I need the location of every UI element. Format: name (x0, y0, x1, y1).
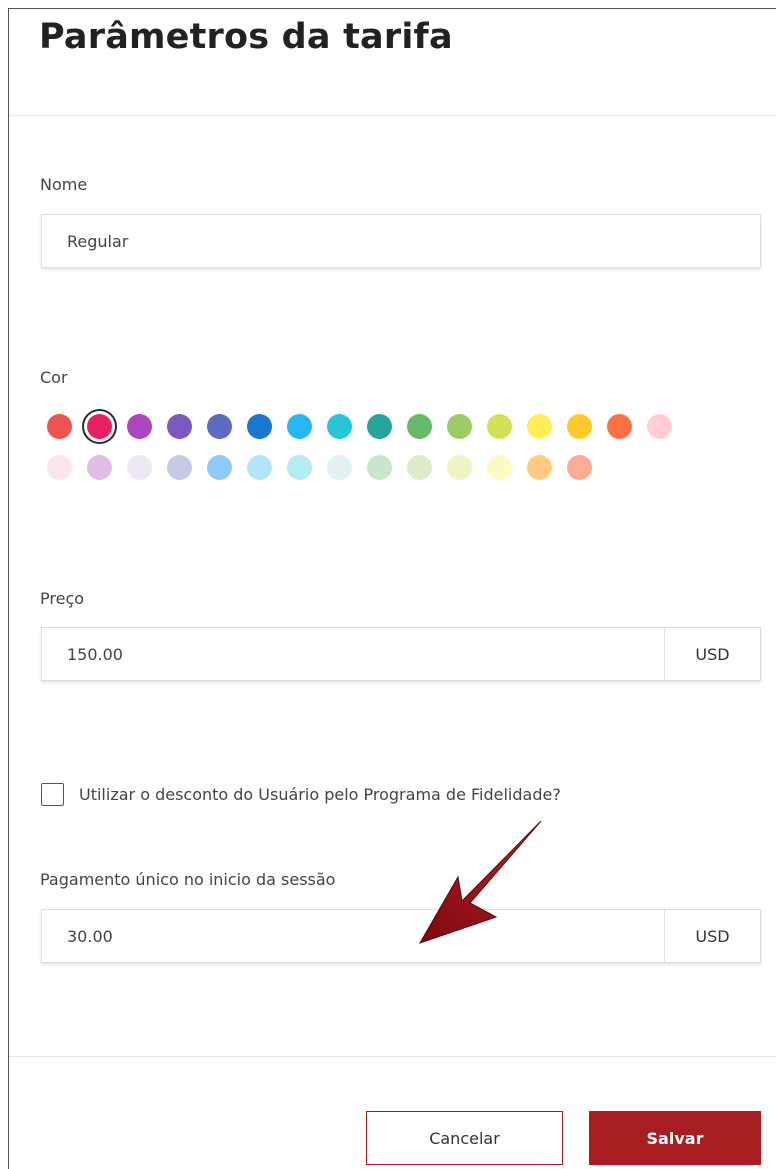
color-swatch[interactable] (567, 414, 592, 439)
tariff-parameters-dialog: Parâmetros da tarifa Nome Regular Cor Pr… (8, 8, 776, 1169)
one-time-payment-currency: USD (664, 910, 760, 962)
color-swatch[interactable] (47, 414, 72, 439)
loyalty-discount-row[interactable]: Utilizar o desconto do Usuário pelo Prog… (41, 782, 561, 806)
color-swatch[interactable] (407, 414, 432, 439)
color-swatch[interactable] (367, 414, 392, 439)
color-swatch[interactable] (527, 455, 552, 480)
color-swatch[interactable] (407, 455, 432, 480)
color-label: Cor (40, 368, 68, 387)
dialog-title: Parâmetros da tarifa (39, 17, 453, 57)
color-swatch[interactable] (327, 414, 352, 439)
one-time-payment-value: 30.00 (67, 926, 113, 946)
color-swatch[interactable] (87, 455, 112, 480)
color-swatch[interactable] (367, 455, 392, 480)
color-swatch[interactable] (207, 414, 232, 439)
arrow-icon (418, 820, 542, 944)
color-swatch[interactable] (287, 414, 312, 439)
color-swatch[interactable] (647, 414, 672, 439)
price-input[interactable]: 150.00 USD (41, 627, 761, 681)
color-swatch[interactable] (447, 414, 472, 439)
price-label: Preço (40, 589, 85, 608)
name-label: Nome (40, 175, 88, 194)
name-input-value: Regular (67, 231, 129, 251)
cancel-button[interactable]: Cancelar (366, 1111, 563, 1165)
color-swatch[interactable] (87, 414, 112, 439)
color-swatch[interactable] (487, 414, 512, 439)
color-swatch[interactable] (487, 455, 512, 480)
footer-divider (9, 1056, 776, 1057)
color-swatch[interactable] (207, 455, 232, 480)
color-swatch[interactable] (527, 414, 552, 439)
loyalty-discount-checkbox[interactable] (41, 782, 64, 806)
color-swatch[interactable] (167, 414, 192, 439)
save-button[interactable]: Salvar (589, 1111, 761, 1165)
one-time-payment-input[interactable]: 30.00 USD (41, 909, 761, 963)
name-input[interactable]: Regular (41, 214, 761, 268)
dialog-header: Parâmetros da tarifa (9, 9, 776, 116)
loyalty-discount-label: Utilizar o desconto do Usuário pelo Prog… (79, 784, 561, 804)
color-swatch[interactable] (447, 455, 472, 480)
one-time-payment-label: Pagamento único no inicio da sessão (40, 870, 336, 889)
color-swatch[interactable] (327, 455, 352, 480)
price-input-value: 150.00 (67, 644, 123, 664)
color-swatch[interactable] (607, 414, 632, 439)
color-swatch[interactable] (47, 455, 72, 480)
color-swatch[interactable] (287, 455, 312, 480)
color-swatch[interactable] (247, 455, 272, 480)
price-currency: USD (664, 628, 760, 680)
color-swatch[interactable] (127, 414, 152, 439)
color-swatch[interactable] (167, 455, 192, 480)
color-swatch[interactable] (567, 455, 592, 480)
color-swatch[interactable] (247, 414, 272, 439)
color-swatch[interactable] (127, 455, 152, 480)
